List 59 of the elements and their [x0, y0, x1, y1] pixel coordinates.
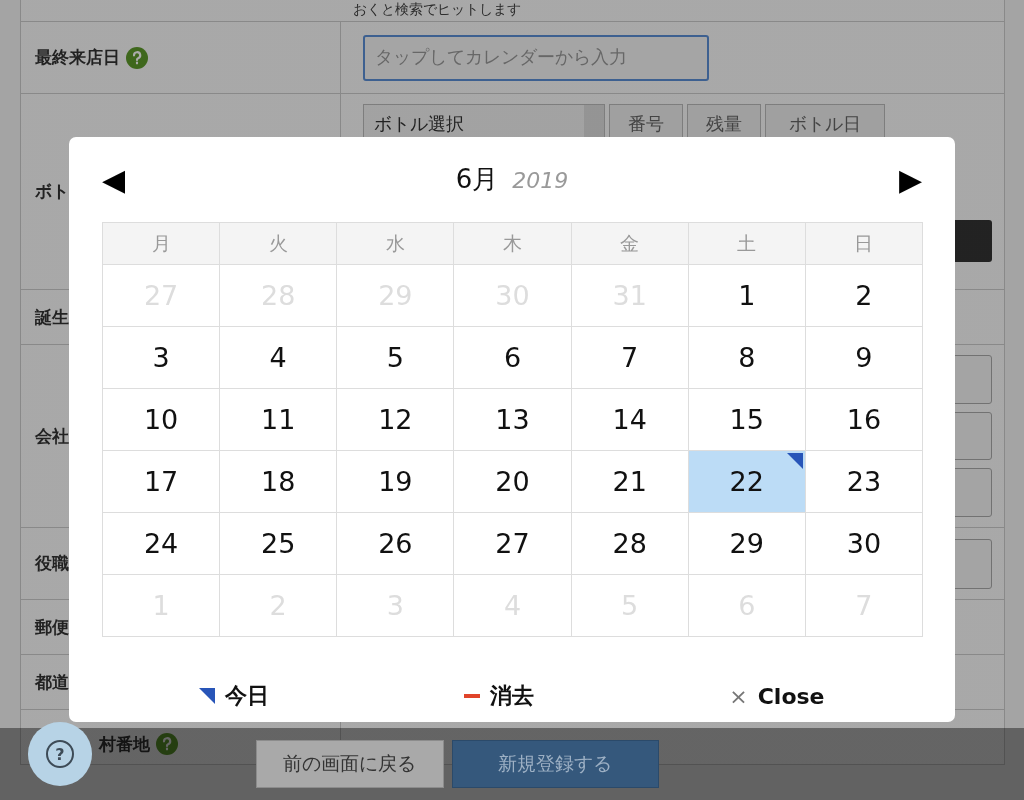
- day-cell[interactable]: 4: [220, 327, 338, 389]
- field-label: 会社: [35, 424, 69, 448]
- day-cell[interactable]: 23: [805, 451, 923, 513]
- month-title: 6月: [455, 163, 499, 196]
- day-cell[interactable]: 21: [571, 451, 689, 513]
- field-label: 村番地: [99, 732, 150, 756]
- weekday-header: 木: [454, 223, 572, 265]
- day-cell[interactable]: 29: [688, 513, 806, 575]
- day-cell[interactable]: 25: [220, 513, 338, 575]
- day-cell[interactable]: 22: [688, 451, 806, 513]
- day-cell[interactable]: 9: [805, 327, 923, 389]
- day-cell[interactable]: 17: [103, 451, 221, 513]
- day-cell[interactable]: 6: [454, 327, 572, 389]
- field-label: 最終来店日: [35, 46, 120, 69]
- help-icon[interactable]: [156, 733, 178, 755]
- day-cell[interactable]: 10: [103, 389, 221, 451]
- close-button[interactable]: × Close: [719, 677, 835, 715]
- day-cell[interactable]: 1: [688, 265, 806, 327]
- today-button[interactable]: 今日: [189, 677, 280, 715]
- weekday-header: 水: [337, 223, 455, 265]
- day-cell[interactable]: 30: [805, 513, 923, 575]
- day-cell[interactable]: 15: [688, 389, 806, 451]
- weekday-header: 火: [220, 223, 338, 265]
- weekday-header: 日: [805, 223, 923, 265]
- day-cell[interactable]: 16: [805, 389, 923, 451]
- day-cell[interactable]: 2: [805, 265, 923, 327]
- field-label: 郵便: [35, 615, 69, 639]
- date-field[interactable]: タップしてカレンダーから入力: [363, 34, 709, 81]
- day-cell[interactable]: 3: [103, 327, 221, 389]
- day-cell[interactable]: 18: [220, 451, 338, 513]
- field-label: 都道: [35, 670, 69, 694]
- day-cell[interactable]: 12: [337, 389, 455, 451]
- next-month-button[interactable]: ▶: [898, 164, 922, 195]
- weekday-header: 月: [103, 223, 221, 265]
- year-title: 2019: [512, 168, 569, 193]
- day-cell[interactable]: 19: [337, 451, 455, 513]
- clear-button[interactable]: 消去: [454, 677, 545, 715]
- day-cell[interactable]: 28: [571, 513, 689, 575]
- field-label: 誕生: [35, 305, 69, 329]
- day-cell[interactable]: 26: [337, 513, 455, 575]
- help-icon[interactable]: [126, 46, 148, 69]
- minus-icon: [464, 694, 481, 698]
- day-cell[interactable]: 13: [454, 389, 572, 451]
- weekday-header: 土: [688, 223, 806, 265]
- back-button[interactable]: 前の画面に戻る: [255, 740, 444, 788]
- day-cell[interactable]: 24: [103, 513, 221, 575]
- day-cell[interactable]: 8: [688, 327, 806, 389]
- triangle-icon: [199, 688, 216, 704]
- weekday-header: 金: [571, 223, 689, 265]
- day-cell[interactable]: 11: [220, 389, 338, 451]
- day-cell[interactable]: 14: [571, 389, 689, 451]
- day-cell[interactable]: 5: [337, 327, 455, 389]
- previous-month-button[interactable]: ◀: [102, 164, 126, 195]
- field-label: 役職: [35, 552, 69, 575]
- day-cell[interactable]: 27: [454, 513, 572, 575]
- day-cell[interactable]: 7: [571, 327, 689, 389]
- field-label: ボト: [35, 180, 69, 203]
- day-cell[interactable]: 20: [454, 451, 572, 513]
- hint-text: おくと検索でヒットします: [353, 1, 522, 17]
